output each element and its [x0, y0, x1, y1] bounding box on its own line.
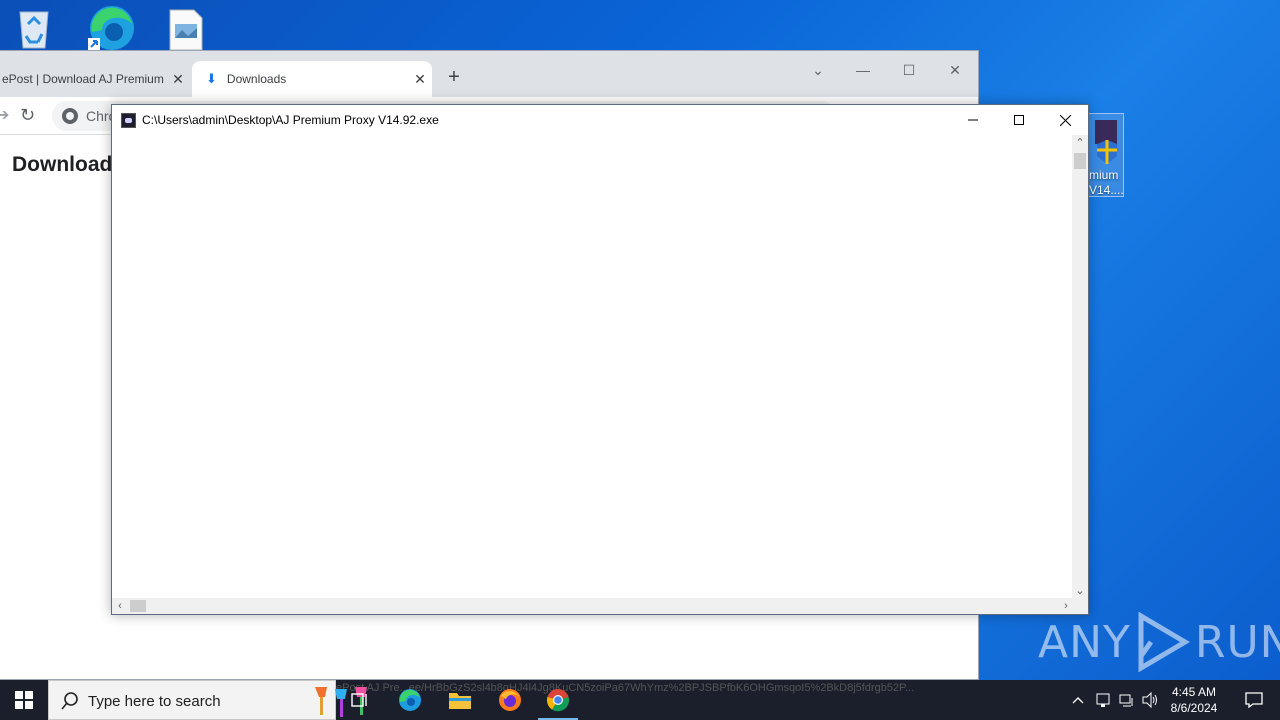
maximize-button[interactable]: [996, 105, 1042, 135]
minimize-button[interactable]: —: [840, 55, 886, 85]
windows-icon: [15, 691, 33, 709]
taskbar-search[interactable]: Type here to search: [48, 680, 367, 720]
network-icon: [1119, 694, 1133, 707]
app-icon: [121, 113, 136, 128]
new-tab-button[interactable]: +: [442, 65, 466, 89]
taskbar-chrome[interactable]: [534, 680, 582, 720]
network-tray[interactable]: [1116, 680, 1138, 720]
edge-shortcut-icon[interactable]: [84, 4, 140, 52]
task-view-icon: [351, 693, 367, 707]
tab-epost[interactable]: ePost | Download AJ Premium ✕: [0, 61, 190, 97]
taskbar-file-explorer[interactable]: [436, 680, 484, 720]
watermark-right: RUN: [1194, 616, 1280, 668]
search-icon: [61, 692, 78, 710]
console-titlebar[interactable]: C:\Users\admin\Desktop\AJ Premium Proxy …: [112, 105, 1088, 135]
close-button[interactable]: ✕: [932, 55, 978, 85]
edge-icon: [399, 689, 421, 711]
chrome-icon: [62, 108, 78, 124]
close-button[interactable]: [1042, 105, 1088, 135]
page-title: Download: [12, 153, 113, 176]
clock-date: 8/6/2024: [1170, 701, 1218, 715]
notification-icon: [1245, 692, 1263, 708]
console-window: C:\Users\admin\Desktop\AJ Premium Proxy …: [111, 104, 1089, 615]
scroll-up-icon[interactable]: ⌃: [1072, 135, 1088, 151]
close-icon[interactable]: ✕: [408, 71, 432, 88]
taskbar-clock[interactable]: 4:45 AM 8/6/2024: [1164, 684, 1224, 716]
desktop-file-label: mium V14....: [1089, 168, 1124, 197]
image-file-icon[interactable]: [160, 4, 216, 52]
action-center-button[interactable]: [1234, 680, 1274, 720]
chevron-up-icon: [1072, 697, 1084, 704]
forward-icon[interactable]: ➔: [0, 105, 9, 125]
recycle-bin-icon[interactable]: [10, 4, 66, 52]
minimize-button[interactable]: [950, 105, 996, 135]
start-button[interactable]: [0, 680, 48, 720]
speaker-icon: [1142, 692, 1157, 708]
scroll-thumb[interactable]: [130, 600, 146, 612]
firefox-icon: [499, 689, 521, 711]
taskbar: ePost AJ Pre...ee/HrBbGzS2sl4b8qHJ4l4Jg8…: [0, 680, 1280, 720]
close-icon[interactable]: ✕: [166, 71, 190, 88]
volume-tray[interactable]: [1140, 680, 1162, 720]
download-icon: ⬇: [206, 71, 217, 86]
watermark-left: ANY: [1038, 616, 1131, 668]
maximize-button[interactable]: ☐: [886, 55, 932, 85]
task-view-button[interactable]: [336, 680, 384, 720]
horizontal-scrollbar[interactable]: ‹ ›: [112, 598, 1074, 614]
taskbar-edge[interactable]: [386, 680, 434, 720]
scroll-thumb[interactable]: [1074, 153, 1086, 169]
clock-time: 4:45 AM: [1171, 685, 1217, 699]
window-title: C:\Users\admin\Desktop\AJ Premium Proxy …: [142, 113, 439, 127]
scroll-down-icon[interactable]: ⌄: [1072, 583, 1088, 599]
reload-icon[interactable]: ↻: [20, 105, 35, 126]
search-placeholder: Type here to search: [88, 693, 221, 710]
console-output[interactable]: [112, 135, 1074, 599]
play-logo-icon: [1138, 612, 1190, 672]
defender-tray[interactable]: [1092, 680, 1114, 720]
folder-icon: [449, 693, 471, 709]
vertical-scrollbar[interactable]: ⌃ ⌄: [1072, 135, 1088, 599]
anyrun-watermark: ANY RUN: [1038, 612, 1280, 672]
tab-title: ePost | Download AJ Premium: [2, 72, 164, 86]
show-hidden-icons[interactable]: [1068, 680, 1088, 720]
tab-downloads[interactable]: ⬇ Downloads ✕: [192, 61, 432, 97]
taskbar-firefox[interactable]: [486, 680, 534, 720]
chrome-icon: [546, 689, 570, 712]
selected-desktop-file[interactable]: mium V14....: [1086, 113, 1124, 197]
tab-strip: ePost | Download AJ Premium ✕ ⬇ Download…: [0, 51, 978, 97]
tab-title: Downloads: [226, 72, 287, 86]
tab-search-button[interactable]: ⌄: [795, 55, 841, 85]
scroll-left-icon[interactable]: ‹: [112, 598, 128, 614]
security-icon: [1096, 693, 1110, 707]
